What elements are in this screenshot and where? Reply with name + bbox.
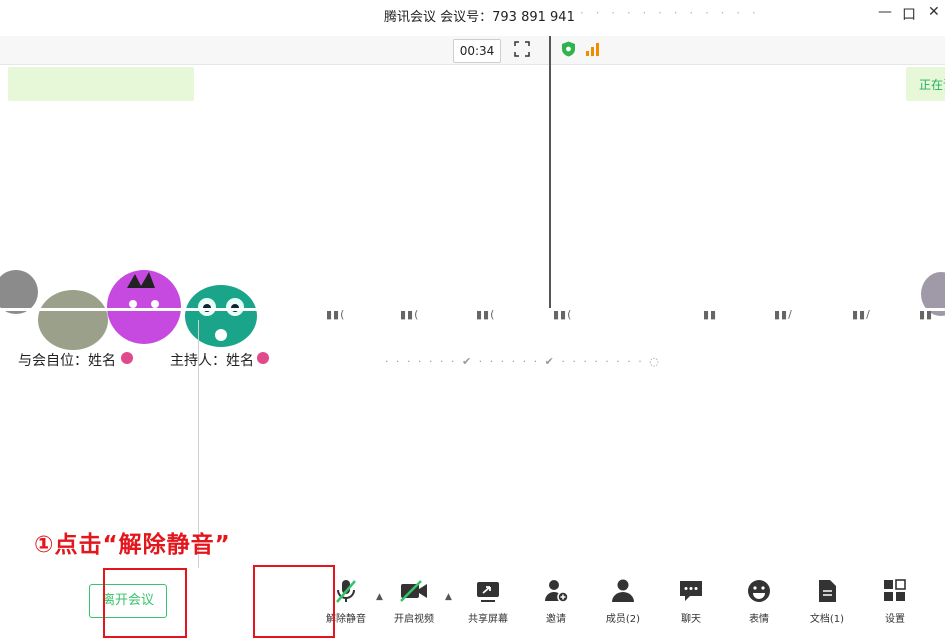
document-icon [799,578,855,604]
members-label: 成员(2) [605,614,641,625]
share-screen-button[interactable]: 共享屏幕 [460,578,516,625]
mic-indicator-icon: ▮▮ [919,308,934,321]
participant-status-row: · · · · · · · ✔ · · · · · · ✔ · · · · · … [385,355,661,368]
minimize-button[interactable]: — [878,4,892,20]
mic-indicator-icon: ▮▮( [400,308,420,321]
start-video-button[interactable]: 开启视频 [386,578,442,625]
settings-icon [867,578,923,604]
invite-label: 邀请 [546,614,566,625]
participant-name: 与会自位：姓名 [18,353,116,369]
members-button[interactable]: 成员(2) [595,578,651,625]
emoji-button[interactable]: 表情 [731,578,787,625]
titlebar-faded-text: · · · · · · · · · · · · [580,6,760,20]
muted-status-icon [257,352,269,364]
video-split-divider [549,36,551,311]
emoji-label: 表情 [749,614,769,625]
share-screen-label: 共享屏幕 [468,614,508,625]
start-video-label: 开启视频 [394,614,434,625]
mic-indicator-icon: ▮▮( [326,308,346,321]
mic-indicator-icon: ▮▮( [553,308,573,321]
participant-avatar [107,270,181,344]
chat-button[interactable]: 聊天 [663,578,719,625]
meeting-title: 腾讯会议 会议号：793 891 941 [384,10,575,25]
invite-icon [528,578,584,604]
highlight-box [103,568,187,638]
highlight-box [253,565,335,638]
mic-indicator-icon: ▮▮ [703,308,718,321]
speaking-text: 正在讲话 [919,78,945,92]
chat-icon [663,578,719,604]
participant-avatar [38,290,108,350]
mic-indicator-icon: ▮▮/ [852,308,871,321]
settings-label: 设置 [885,614,905,625]
chat-label: 聊天 [681,614,701,625]
meeting-timer: 00:34 [453,39,501,63]
network-signal-icon[interactable] [585,41,603,57]
documents-label: 文档(1) [809,614,845,625]
instruction-text: ①点击“解除静音” [34,532,231,558]
muted-status-icon [121,352,133,364]
mic-indicator-icon: ▮▮( [476,308,496,321]
close-button[interactable]: ✕ [928,4,940,20]
invite-button[interactable]: 邀请 [528,578,584,625]
notice-banner-left [8,67,194,101]
documents-button[interactable]: 文档(1) [799,578,855,625]
maximize-button[interactable]: 口 [902,4,916,24]
fullscreen-icon[interactable] [514,41,530,57]
participant-avatar [185,285,257,347]
tile-separator [0,308,945,311]
share-screen-icon [460,578,516,604]
members-icon [595,578,651,604]
mic-indicator-icon: ▮▮/ [774,308,793,321]
speaking-banner: 正在讲话 [906,67,945,101]
audio-options-caret-icon[interactable]: ▲ [376,592,383,602]
emoji-icon [731,578,787,604]
settings-button[interactable]: 设置 [867,578,923,625]
video-off-icon [386,578,442,604]
security-shield-icon[interactable] [561,41,576,57]
participant-name: 主持人：姓名 [170,353,254,369]
video-options-caret-icon[interactable]: ▲ [445,592,452,602]
